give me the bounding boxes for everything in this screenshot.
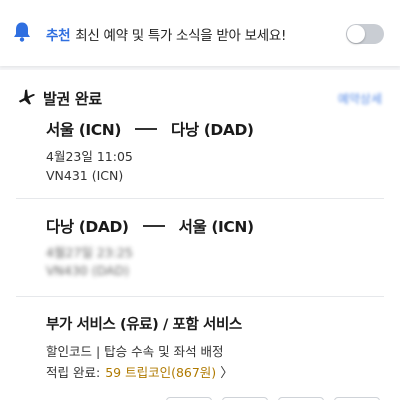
segment-2-destination: 서울 (ICN) [178, 218, 254, 236]
segment-divider [16, 198, 384, 199]
bell-icon [14, 22, 30, 42]
segment-2-origin: 다낭 (DAD) [46, 218, 129, 236]
ticket-issued-title: 발권 완료 [43, 90, 102, 108]
notification-text: 추천 최신 예약 및 특가 소식을 받아 보세요! [46, 24, 286, 44]
points-row[interactable]: 적립 완료: 59 트립코인(867원) 〉 [46, 362, 233, 381]
extras-divider [16, 296, 384, 297]
route-arrow-icon [142, 225, 165, 227]
notification-message: 최신 예약 및 특가 소식을 받아 보세요! [75, 28, 287, 44]
segment-1-datetime: 4월23일 11:05 [46, 149, 133, 164]
notification-banner: 추천 최신 예약 및 특가 소식을 받아 보세요! [0, 0, 400, 66]
booking-detail-link[interactable]: 예약상세 [338, 90, 382, 107]
extras-title: 부가 서비스 (유료) / 포함 서비스 [46, 317, 242, 333]
segment-1-origin: 서울 (ICN) [46, 121, 121, 139]
chevron-right-icon: 〉 [220, 366, 234, 381]
segment-2-flight: VN430 (DAD) [46, 263, 130, 278]
booking-page: 추천 최신 예약 및 특가 소식을 받아 보세요! 발권 완료 예약상세 서울 (… [0, 0, 400, 400]
points-label: 적립 완료: [46, 365, 101, 380]
segment-1-flight: VN431 (ICN) [46, 168, 124, 183]
toggle-knob [347, 25, 365, 43]
route-arrow-icon [135, 128, 157, 130]
segment-2-datetime: 4월27일 23:25 [46, 245, 133, 260]
airplane-icon [18, 89, 35, 105]
booking-card: 발권 완료 예약상세 서울 (ICN) 다낭 (DAD) 4월23일 11:05… [0, 70, 400, 400]
segment-1-route: 서울 (ICN) 다낭 (DAD) [46, 118, 254, 140]
recommend-tag: 추천 [46, 28, 71, 44]
extras-subtitle: 할인코드 | 탑승 수속 및 좌석 배정 [46, 344, 224, 359]
segment-2-route: 다낭 (DAD) 서울 (ICN) [46, 215, 254, 237]
notification-toggle[interactable] [346, 24, 384, 44]
points-value: 59 트립코인(867원) [105, 365, 217, 380]
segment-1-destination: 다낭 (DAD) [171, 121, 254, 139]
